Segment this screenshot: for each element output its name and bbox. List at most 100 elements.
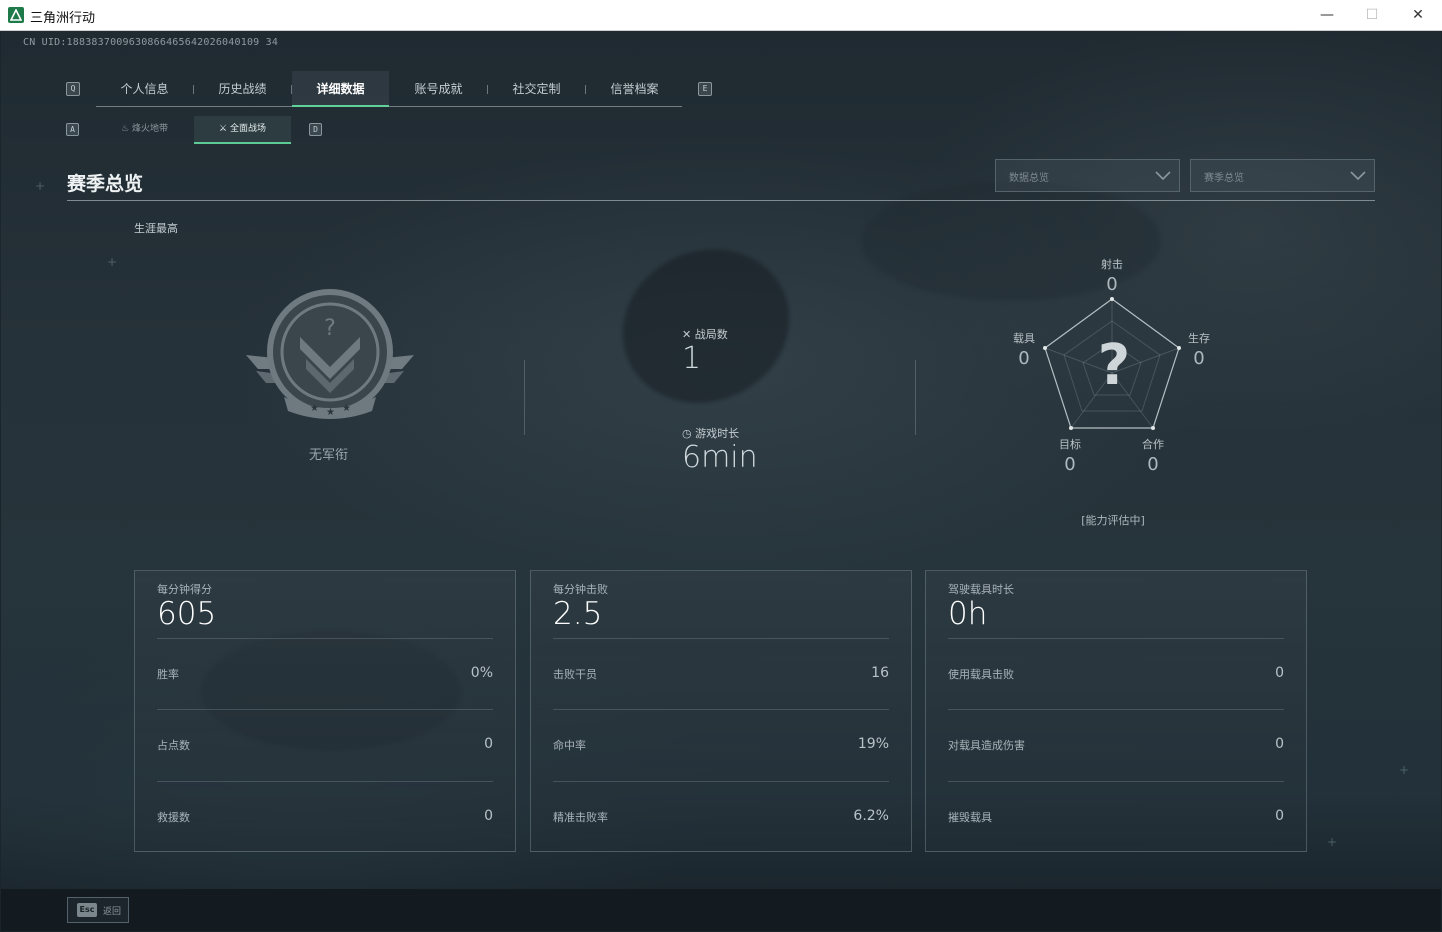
tab-credit-record[interactable]: 信誉档案 — [586, 71, 683, 107]
radar-label-vehicle: 载具 — [1013, 332, 1035, 345]
radar-label-survival: 生存 — [1188, 332, 1210, 345]
dropdown-value: 赛季总览 — [1204, 173, 1244, 184]
card-divider — [553, 781, 889, 782]
game-viewport: + + + + CN UID:1883837009630866465642026… — [1, 31, 1441, 931]
tab-achievements[interactable]: 账号成就 — [390, 71, 487, 107]
flame-icon: ♨ — [121, 124, 132, 134]
matches-header: ✕ 战局数 — [682, 326, 728, 342]
sub-tab-bar: ♨ 烽火地带 ⚔ 全面战场 — [96, 116, 294, 144]
card-divider — [157, 781, 493, 782]
card-label: 每分钟击败 — [553, 583, 608, 596]
career-best-label: 生涯最高 — [134, 222, 178, 235]
stats-divider — [524, 360, 525, 435]
matches-value: 1 — [682, 341, 702, 376]
bottom-bar: Esc 返回 — [1, 889, 1441, 931]
subtab-label: 烽火地带 — [131, 124, 168, 134]
bg-crosshair: + — [1399, 763, 1410, 777]
subtab-flame-zone[interactable]: ♨ 烽火地带 — [96, 116, 193, 144]
row-label: 命中率 — [553, 739, 586, 752]
playtime-header: ◷ 游戏时长 — [682, 425, 739, 441]
card-divider — [948, 709, 1284, 710]
row-label: 胜率 — [157, 668, 179, 681]
esc-key-hint: Esc — [77, 903, 97, 917]
rank-label: 无军衔 — [309, 448, 349, 463]
playtime-value: 6min — [682, 440, 758, 475]
tab-match-history[interactable]: 历史战绩 — [194, 71, 291, 107]
row-value: 0 — [1275, 736, 1284, 752]
radar-label-teamwork: 合作 — [1142, 438, 1164, 451]
card-value: 2.5 — [553, 596, 603, 632]
subtab-full-battlefield[interactable]: ⚔ 全面战场 — [194, 116, 291, 144]
card-value: 605 — [157, 596, 217, 632]
row-value: 0 — [1275, 665, 1284, 681]
row-label: 精准击败率 — [553, 811, 608, 824]
row-label: 占点数 — [157, 739, 190, 752]
radar-value-shooting: 0 — [1106, 274, 1118, 295]
radar-value-teamwork: 0 — [1147, 454, 1159, 475]
card-divider — [553, 638, 889, 639]
card-divider — [553, 709, 889, 710]
radar-evaluating-note: [能力评估中] — [1081, 514, 1145, 527]
bg-crosshair: + — [107, 255, 118, 269]
next-subtab-key-hint[interactable]: D — [309, 123, 322, 136]
tab-social-custom[interactable]: 社交定制 — [488, 71, 585, 107]
row-label: 对载具造成伤害 — [948, 739, 1025, 752]
card-label: 每分钟得分 — [157, 583, 212, 596]
svg-text:★: ★ — [342, 403, 351, 414]
stat-card-kills: 每分钟击败 2.5 击败干员 16 命中率 19% 精准击败率 6.2% — [530, 570, 912, 852]
row-label: 使用载具击败 — [948, 668, 1014, 681]
main-tab-bar: 个人信息 历史战绩 详细数据 账号成就 社交定制 信誉档案 — [96, 71, 682, 107]
svg-text:★: ★ — [326, 407, 335, 418]
chevron-down-icon — [1155, 171, 1171, 181]
row-value: 19% — [857, 736, 889, 752]
radar-value-vehicle: 0 — [1018, 348, 1030, 369]
prev-tab-key-hint[interactable]: Q — [66, 82, 80, 96]
next-tab-key-hint[interactable]: E — [698, 82, 712, 96]
section-title: 赛季总览 — [67, 173, 144, 195]
crossed-swords-icon: ✕ — [682, 328, 695, 341]
radar-value-objective: 0 — [1064, 454, 1076, 475]
radar-label-shooting: 射击 — [1101, 258, 1123, 271]
card-divider — [157, 638, 493, 639]
tab-detailed-data[interactable]: 详细数据 — [292, 71, 389, 107]
radar-label-objective: 目标 — [1059, 438, 1081, 451]
svg-text:★: ★ — [310, 403, 319, 414]
close-button[interactable]: ✕ — [1395, 0, 1441, 31]
chevron-down-icon — [1350, 171, 1366, 181]
radar-unknown-mark: ? — [1097, 333, 1131, 398]
rank-emblem-icon: ? ★ ★ ★ — [244, 289, 416, 425]
window-title: 三角洲行动 — [30, 10, 96, 25]
row-label: 击败干员 — [553, 668, 597, 681]
prev-subtab-key-hint[interactable]: A — [66, 123, 79, 136]
crossed-arrows-icon: ⚔ — [219, 124, 230, 134]
window-titlebar: 三角洲行动 — ☐ ✕ — [0, 0, 1442, 31]
row-value: 6.2% — [853, 808, 889, 824]
maximize-button[interactable]: ☐ — [1349, 0, 1395, 31]
card-divider — [948, 781, 1284, 782]
stopwatch-icon: ◷ — [682, 427, 696, 440]
row-label: 救援数 — [157, 811, 190, 824]
card-divider — [157, 709, 493, 710]
back-button[interactable]: Esc 返回 — [67, 897, 129, 923]
matches-label: 战局数 — [694, 328, 728, 341]
back-label: 返回 — [103, 907, 122, 917]
bg-crosshair: + — [1327, 835, 1338, 849]
svg-text:?: ? — [324, 316, 336, 341]
bg-crosshair: + — [35, 179, 46, 193]
uid-text: CN UID:1883837009630866465642026040109 3… — [23, 37, 279, 48]
card-divider — [948, 638, 1284, 639]
subtab-label: 全面战场 — [229, 124, 266, 134]
section-divider — [67, 200, 1375, 201]
stats-divider — [915, 360, 916, 435]
minimize-button[interactable]: — — [1304, 0, 1350, 31]
stat-card-vehicle: 驾驶载具时长 0h 使用载具击败 0 对载具造成伤害 0 摧毁载具 0 — [925, 570, 1307, 852]
season-overview-dropdown[interactable]: 赛季总览 — [1190, 159, 1375, 192]
radar-value-survival: 0 — [1193, 348, 1205, 369]
stat-card-score: 每分钟得分 605 胜率 0% 占点数 0 救援数 0 — [134, 570, 516, 852]
card-value: 0h — [948, 596, 988, 632]
card-label: 驾驶载具时长 — [948, 583, 1014, 596]
tab-personal-info[interactable]: 个人信息 — [96, 71, 193, 107]
row-value: 0% — [470, 665, 493, 681]
data-overview-dropdown[interactable]: 数据总览 — [995, 159, 1180, 192]
row-value: 0 — [484, 736, 493, 752]
